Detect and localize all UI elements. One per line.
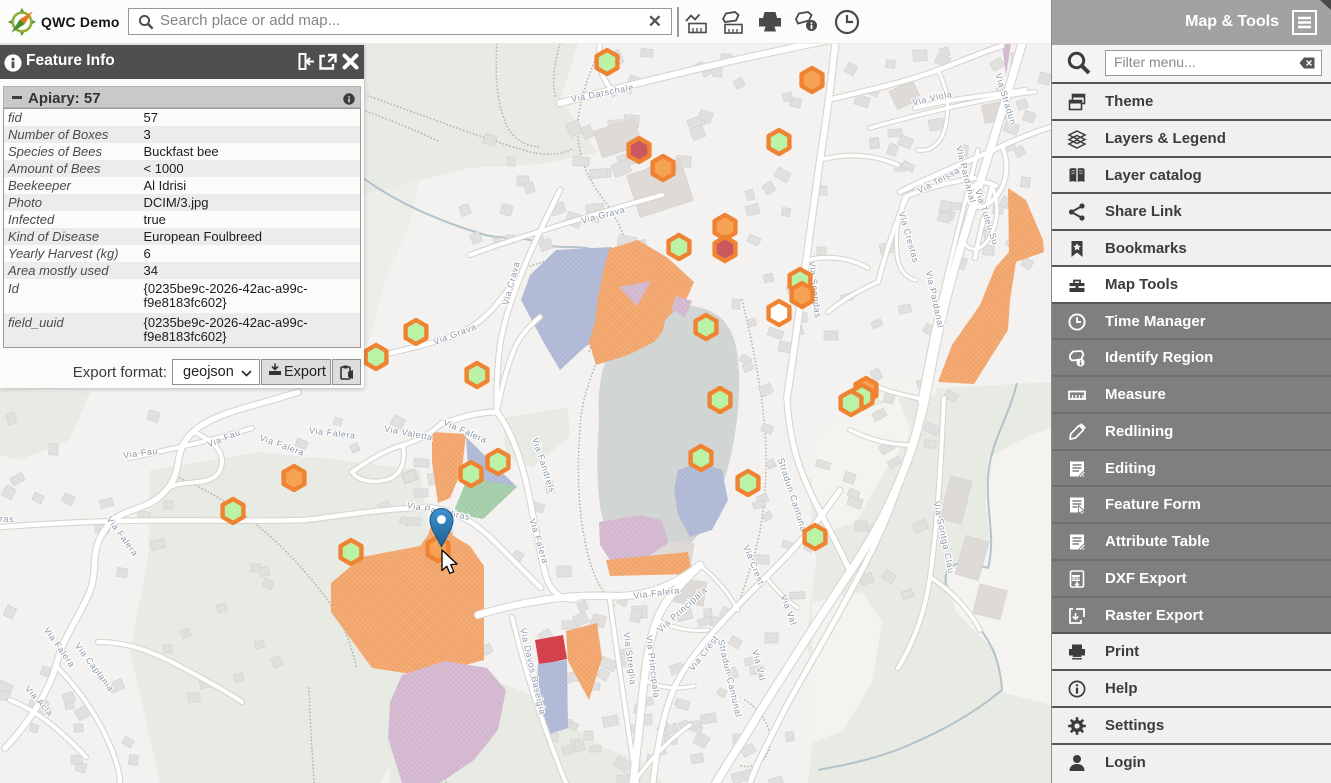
svg-text:DXF: DXF <box>1071 576 1080 581</box>
svg-text:Via Pattadiras: Via Pattadiras <box>0 512 14 524</box>
